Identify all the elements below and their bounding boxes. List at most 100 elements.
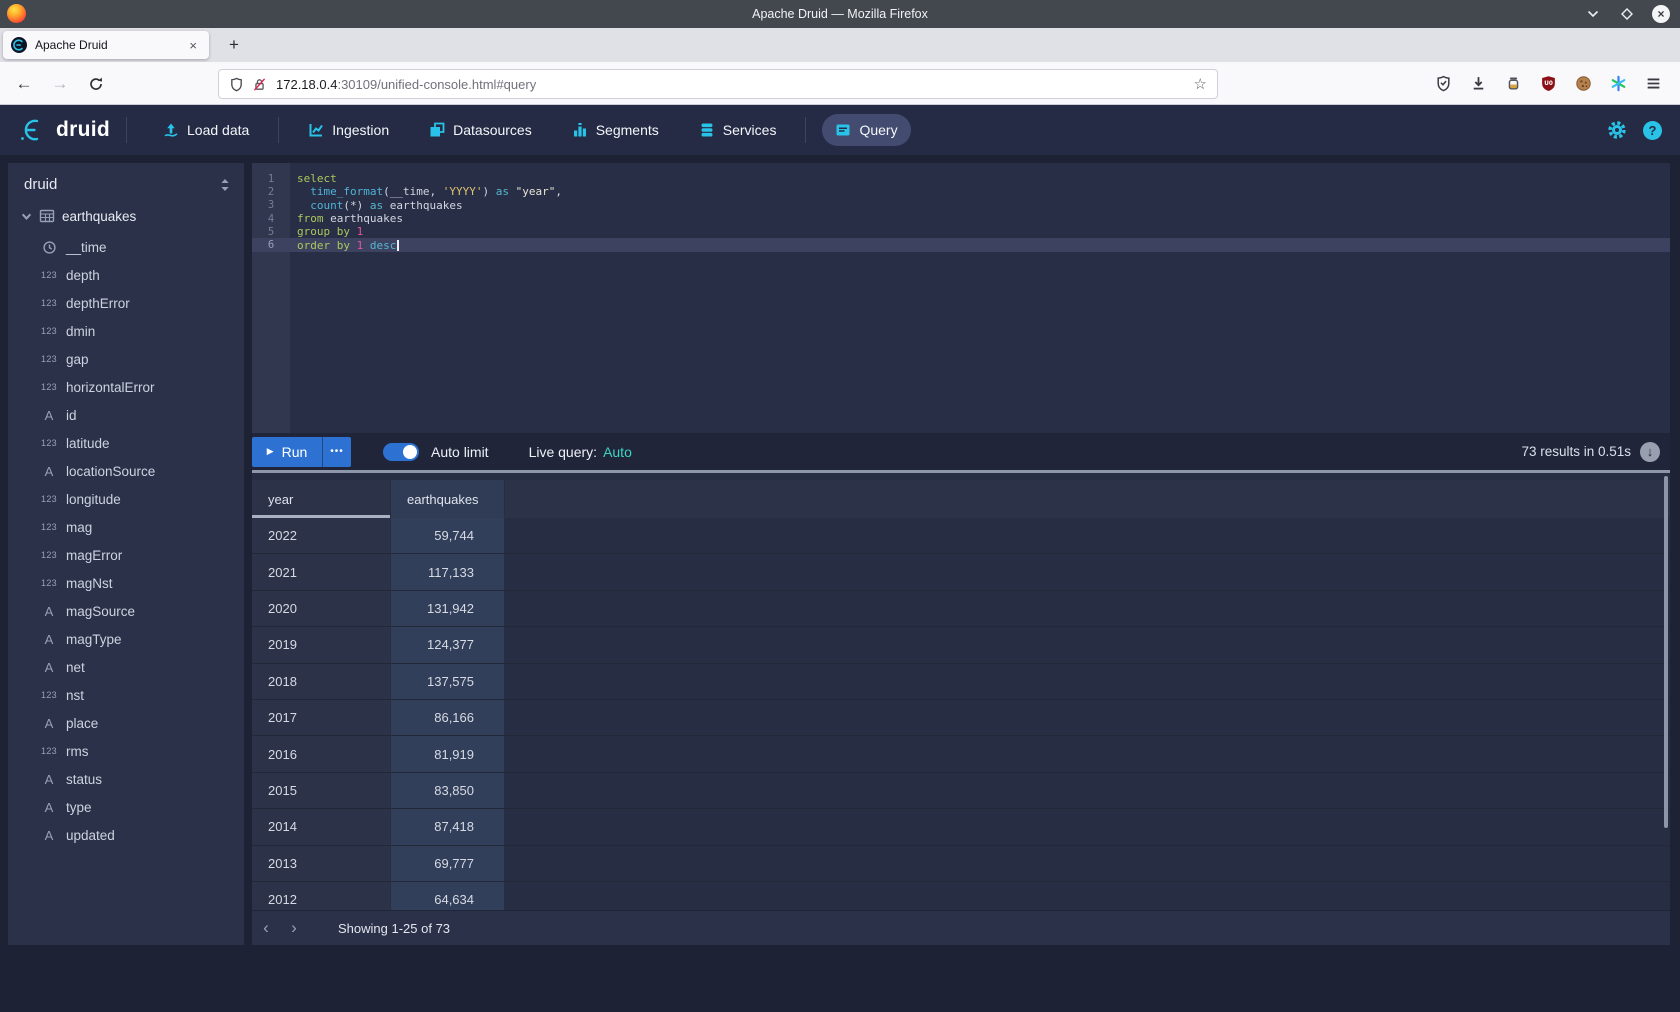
column-item-nst[interactable]: 123nst xyxy=(8,681,244,709)
tab-close-icon[interactable]: × xyxy=(185,38,201,53)
cell-year[interactable]: 2016 xyxy=(252,736,390,772)
gear-icon[interactable] xyxy=(1607,120,1627,140)
new-tab-button[interactable]: + xyxy=(222,33,246,57)
cell-year[interactable]: 2012 xyxy=(252,882,390,910)
lock-insecure-icon[interactable] xyxy=(252,77,267,92)
maximize-icon[interactable] xyxy=(1618,5,1636,23)
column-item-horizontalError[interactable]: 123horizontalError xyxy=(8,373,244,401)
cell-year[interactable]: 2019 xyxy=(252,627,390,663)
results-scrollbar[interactable] xyxy=(1664,476,1668,828)
column-item-latitude[interactable]: 123latitude xyxy=(8,429,244,457)
run-more-button[interactable]: ••• xyxy=(322,437,351,467)
cell-earthquakes[interactable]: 64,634 xyxy=(390,882,505,910)
column-item-status[interactable]: Astatus xyxy=(8,765,244,793)
nav-item-segments[interactable]: Segments xyxy=(559,114,672,146)
table-icon xyxy=(39,208,55,224)
jar-icon[interactable] xyxy=(1504,75,1522,93)
cell-year[interactable]: 2022 xyxy=(252,518,390,554)
asterisk-icon[interactable] xyxy=(1609,75,1627,93)
cell-year[interactable]: 2014 xyxy=(252,809,390,845)
minimize-icon[interactable] xyxy=(1584,5,1602,23)
column-item-depthError[interactable]: 123depthError xyxy=(8,289,244,317)
cookie-icon[interactable] xyxy=(1574,75,1592,93)
column-header-year[interactable]: year xyxy=(252,480,390,518)
live-query-value[interactable]: Auto xyxy=(603,444,632,460)
column-item-magType[interactable]: AmagType xyxy=(8,625,244,653)
code-line-4[interactable]: 4from earthquakes xyxy=(252,212,1670,225)
bookmark-star-icon[interactable]: ☆ xyxy=(1194,75,1207,93)
column-item-net[interactable]: Anet xyxy=(8,653,244,681)
cell-earthquakes[interactable]: 59,744 xyxy=(390,518,505,554)
cell-year[interactable]: 2013 xyxy=(252,846,390,882)
cell-earthquakes[interactable]: 117,133 xyxy=(390,554,505,590)
column-item-magSource[interactable]: AmagSource xyxy=(8,597,244,625)
cell-earthquakes[interactable]: 137,575 xyxy=(390,664,505,700)
live-query-label: Live query: xyxy=(529,444,597,460)
code-line-2[interactable]: 2 time_format(__time, 'YYYY') as "year", xyxy=(252,185,1670,198)
column-item-dmin[interactable]: 123dmin xyxy=(8,317,244,345)
ublock-icon[interactable]: U0 xyxy=(1539,75,1557,93)
back-button[interactable]: ← xyxy=(8,62,40,105)
shield-check-icon[interactable] xyxy=(1434,75,1452,93)
help-icon[interactable]: ? xyxy=(1643,121,1662,140)
cell-year[interactable]: 2017 xyxy=(252,700,390,736)
double-caret-icon[interactable] xyxy=(220,178,230,192)
cell-earthquakes[interactable]: 81,919 xyxy=(390,736,505,772)
forward-button[interactable]: → xyxy=(44,62,76,105)
cell-earthquakes[interactable]: 124,377 xyxy=(390,627,505,663)
shield-permissions-icon[interactable] xyxy=(229,77,244,92)
column-item-rms[interactable]: 123rms xyxy=(8,737,244,765)
auto-limit-toggle[interactable] xyxy=(383,443,419,461)
run-button[interactable]: ▶ Run xyxy=(252,437,322,467)
nav-item-load-data[interactable]: Load data xyxy=(150,114,262,146)
cell-earthquakes[interactable]: 131,942 xyxy=(390,591,505,627)
column-item-type[interactable]: Atype xyxy=(8,793,244,821)
sql-editor[interactable]: 1select2 time_format(__time, 'YYYY') as … xyxy=(252,163,1670,433)
next-page-button[interactable]: › xyxy=(280,911,308,946)
column-item-mag[interactable]: 123mag xyxy=(8,513,244,541)
column-item-depth[interactable]: 123depth xyxy=(8,261,244,289)
code-line-6[interactable]: 6order by 1 desc xyxy=(252,238,1670,251)
column-item-updated[interactable]: Aupdated xyxy=(8,821,244,849)
nav-item-query[interactable]: Query xyxy=(822,114,910,146)
string-type-icon: A xyxy=(38,408,60,423)
download-icon[interactable] xyxy=(1469,75,1487,93)
code-line-5[interactable]: 5group by 1 xyxy=(252,225,1670,238)
tab-apache-druid[interactable]: Apache Druid × xyxy=(3,31,209,59)
schema-selector[interactable]: druid xyxy=(8,163,244,199)
cell-year[interactable]: 2021 xyxy=(252,554,390,590)
url-text[interactable]: 172.18.0.4:30109/unified-console.html#qu… xyxy=(276,77,1194,92)
cell-earthquakes[interactable]: 87,418 xyxy=(390,809,505,845)
menu-icon[interactable] xyxy=(1644,75,1662,93)
cell-year[interactable]: 2018 xyxy=(252,664,390,700)
sidebar-table-earthquakes[interactable]: earthquakes xyxy=(8,199,244,233)
url-bar[interactable]: 172.18.0.4:30109/unified-console.html#qu… xyxy=(218,69,1218,99)
column-item-longitude[interactable]: 123longitude xyxy=(8,485,244,513)
nav-item-datasources[interactable]: Datasources xyxy=(416,114,545,146)
column-header-earthquakes[interactable]: earthquakes xyxy=(390,480,505,518)
column-item-id[interactable]: Aid xyxy=(8,401,244,429)
column-item-locationSource[interactable]: AlocationSource xyxy=(8,457,244,485)
download-results-icon[interactable]: ↓ xyxy=(1640,442,1660,462)
reload-button[interactable] xyxy=(80,62,112,105)
prev-page-button[interactable]: ‹ xyxy=(252,911,280,946)
editor-code[interactable]: 1select2 time_format(__time, 'YYYY') as … xyxy=(252,163,1670,252)
code-text: time_format(__time, 'YYYY') as "year", xyxy=(290,185,562,198)
code-line-3[interactable]: 3 count(*) as earthquakes xyxy=(252,199,1670,212)
nav-item-ingestion[interactable]: Ingestion xyxy=(295,114,402,146)
close-icon[interactable]: × xyxy=(1652,5,1670,23)
cell-earthquakes[interactable]: 69,777 xyxy=(390,846,505,882)
code-line-1[interactable]: 1select xyxy=(252,172,1670,185)
column-item-__time[interactable]: __time xyxy=(8,233,244,261)
cell-earthquakes[interactable]: 83,850 xyxy=(390,773,505,809)
nav-item-services[interactable]: Services xyxy=(686,114,790,146)
column-item-place[interactable]: Aplace xyxy=(8,709,244,737)
column-item-magError[interactable]: 123magError xyxy=(8,541,244,569)
cell-year[interactable]: 2015 xyxy=(252,773,390,809)
column-item-magNst[interactable]: 123magNst xyxy=(8,569,244,597)
column-item-gap[interactable]: 123gap xyxy=(8,345,244,373)
cell-earthquakes[interactable]: 86,166 xyxy=(390,700,505,736)
cell-year[interactable]: 2020 xyxy=(252,591,390,627)
druid-logo[interactable]: druid xyxy=(16,116,110,144)
chevron-down-icon[interactable] xyxy=(21,211,32,222)
